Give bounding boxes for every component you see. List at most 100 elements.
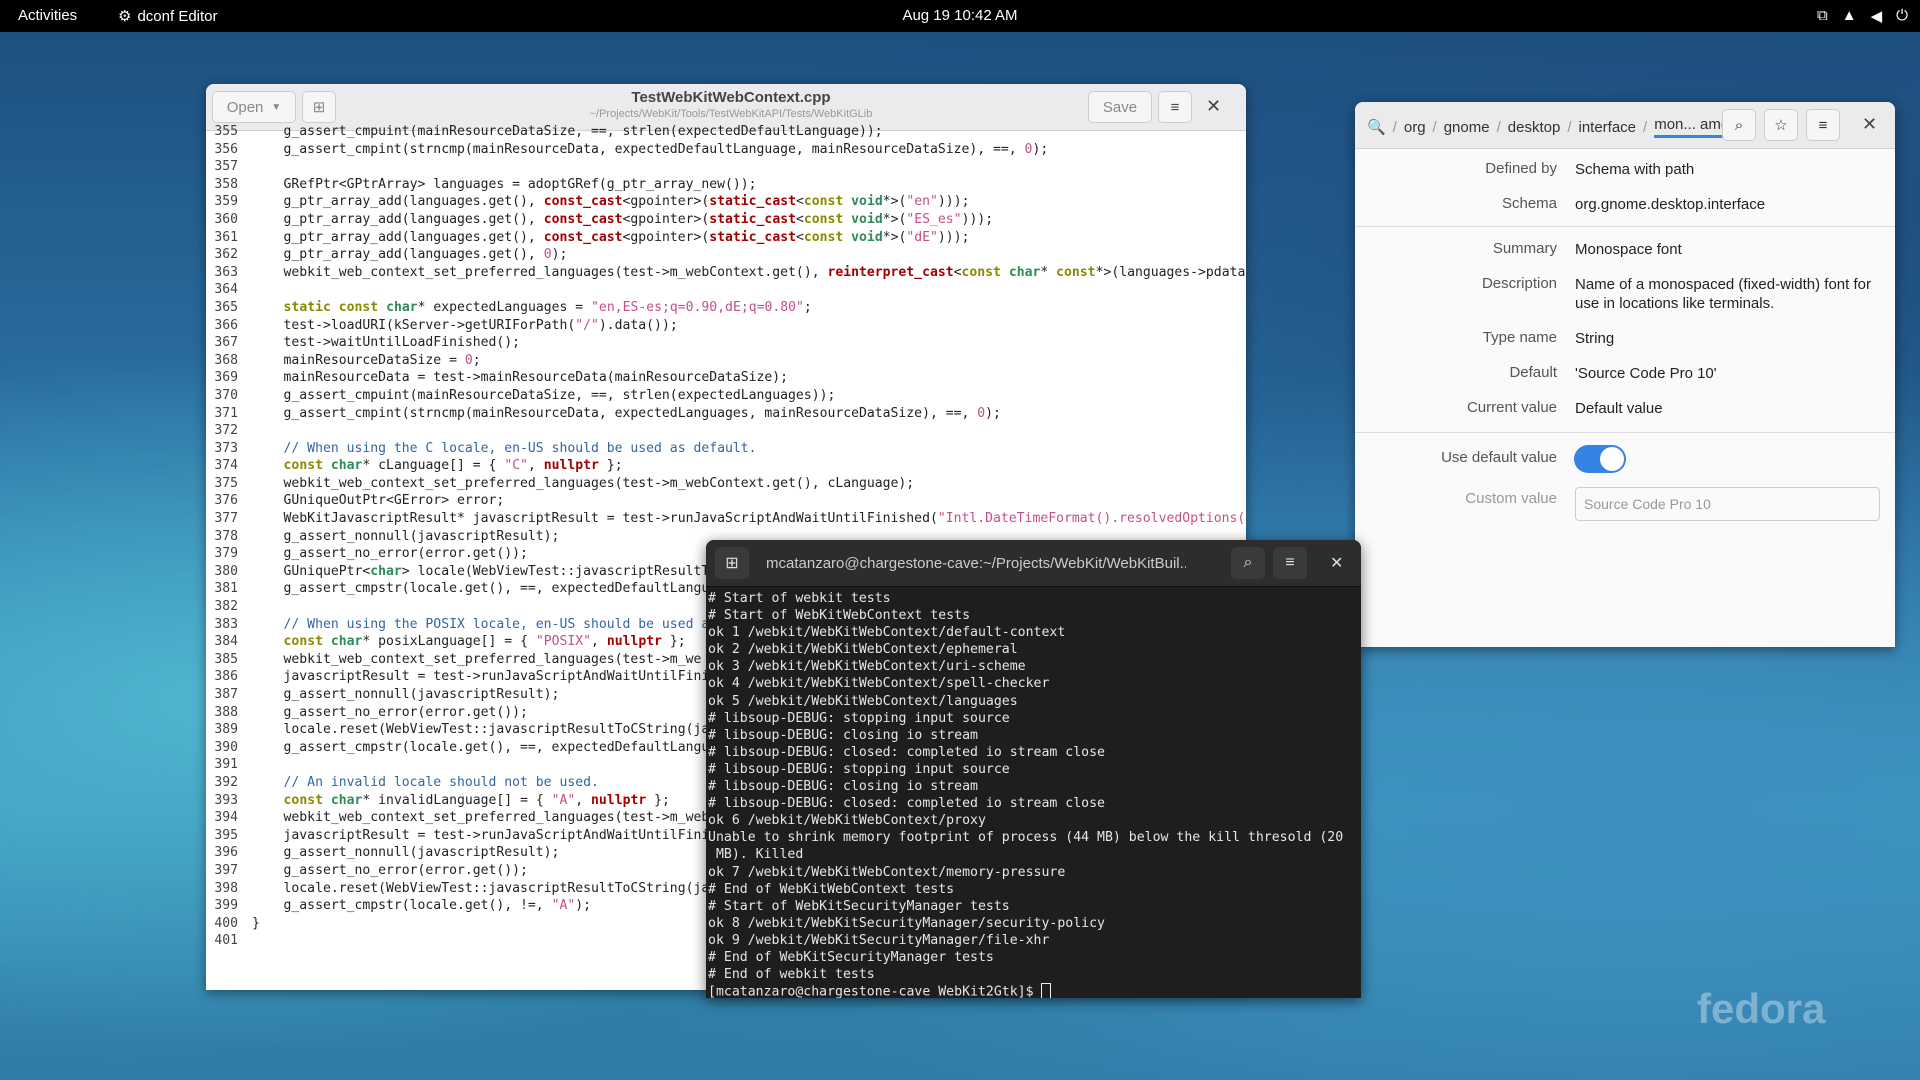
app-menu[interactable]: ⚙ dconf Editor [118,7,218,26]
code-text: mainResourceDataSize = 0; [252,352,481,368]
terminal-line: ok 3 /webkit/WebKitWebContext/uri-scheme [708,659,1026,675]
terminal-prompt[interactable]: [mcatanzaro@chargestone-cave WebKit2Gtk]… [708,983,1348,998]
terminal-line: ok 5 /webkit/WebKitWebContext/languages [708,693,1018,709]
code-text: javascriptResult = test->runJavaScriptAn… [252,669,710,685]
line-number: 372 [214,423,238,439]
clock[interactable]: Aug 19 10:42 AM [902,7,1017,24]
line-number: 394 [214,810,238,826]
system-tray[interactable]: ⧉ ▲ ◀ ⏻ [1817,7,1908,25]
code-text: test->loadURI(kServer->getURIForPath("/"… [252,317,678,333]
code-text: g_ptr_array_add(languages.get(), const_c… [252,229,970,245]
save-button[interactable]: Save [1088,91,1152,123]
close-icon[interactable]: ✕ [1330,553,1343,573]
line-number: 391 [214,757,238,773]
code-text: g_assert_nonnull(javascriptResult); [252,528,560,544]
use-default-toggle[interactable] [1574,445,1626,473]
terminal-title: mcatanzaro@chargestone-cave:~/Projects/W… [766,555,1186,572]
fedora-logo: fedora [1697,985,1825,1033]
search-icon[interactable]: ⌕ [1722,109,1756,141]
line-number: 382 [214,599,238,615]
hamburger-menu-icon[interactable]: ≡ [1158,91,1192,123]
crumb-current-key[interactable]: mon... ame [1654,116,1730,138]
summary-label: Summary [1492,240,1557,257]
line-number: 380 [214,563,238,579]
code-line: 359 g_ptr_array_add(languages.get(), con… [206,193,1246,211]
schema-value: org.gnome.desktop.interface [1575,196,1766,213]
line-number: 390 [214,739,238,755]
code-line: 364 [206,281,1246,299]
code-text: // When using the C locale, en-US should… [252,440,757,456]
line-number: 362 [214,247,238,263]
code-text: // An invalid locale should not be used. [252,774,599,790]
terminal-cursor [1041,983,1052,998]
toggle-knob [1600,447,1624,471]
document-path: ~/Projects/WebKit/Tools/TestWebKitAPI/Te… [589,108,873,120]
line-number: 365 [214,299,238,315]
line-number: 386 [214,669,238,685]
bookmark-star-icon[interactable]: ☆ [1764,109,1798,141]
search-icon[interactable]: ⌕ [1231,547,1265,579]
dconf-headerbar: 🔍 / org / gnome / desktop / interface / mon..… [1355,102,1895,149]
app-name: dconf Editor [137,7,218,25]
code-text: g_assert_cmpstr(locale.get(), ==, expect… [252,581,710,597]
power-icon[interactable]: ⏻ [1896,7,1908,25]
new-tab-icon[interactable]: ⊞ [302,91,336,123]
open-button[interactable]: Open ▼ [212,91,296,123]
defined-by-value: Schema with path [1575,161,1695,178]
close-icon[interactable]: ✕ [1206,96,1221,117]
terminal-headerbar: ⊞ mcatanzaro@chargestone-cave:~/Projects… [706,540,1361,587]
code-text: g_assert_cmpstr(locale.get(), ==, expect… [252,739,710,755]
current-value: Default value [1575,400,1663,417]
line-number: 374 [214,458,238,474]
code-text: const char* invalidLanguage[] = { "A", n… [283,792,670,808]
line-number: 364 [214,282,238,298]
line-number: 400 [214,915,238,931]
notification-icon[interactable]: ▲ [1842,7,1857,25]
line-number: 358 [214,176,238,192]
terminal-line: Unable to shrink memory footprint of pro… [708,830,1344,846]
default-label: Default [1509,364,1557,381]
code-line: 365 static const char* expectedLanguages… [206,299,1246,317]
hamburger-menu-icon[interactable]: ≡ [1273,547,1307,579]
line-number: 356 [214,141,238,157]
open-button-label: Open [226,98,264,116]
volume-icon[interactable]: ◀ [1871,7,1883,25]
document-title: TestWebKitWebContext.cpp [631,89,831,106]
hamburger-menu-icon[interactable]: ≡ [1806,109,1840,141]
terminal-line: # Start of webkit tests [708,591,891,606]
crumb-org[interactable]: org [1404,119,1426,136]
code-text: webkit_web_context_set_preferred_languag… [252,264,1246,280]
code-text: locale.reset(WebViewTest::javascriptResu… [252,880,710,896]
code-text: GRefPtr<GPtrArray> languages = adoptGRef… [252,176,757,192]
code-line: 362 g_ptr_array_add(languages.get(), 0); [206,246,1246,264]
terminal-line: # libsoup-DEBUG: closed: completed io st… [708,744,1105,760]
custom-value-input[interactable]: Source Code Pro 10 [1575,487,1880,521]
code-line: 375 webkit_web_context_set_preferred_lan… [206,475,1246,493]
close-icon[interactable]: ✕ [1862,114,1877,135]
crumb-interface[interactable]: interface [1578,119,1636,136]
activities-button[interactable]: Activities [18,7,77,24]
line-number: 399 [214,898,238,914]
code-text: const char* cLanguage[] = { "C", nullptr… [283,458,623,474]
terminal-line: ok 6 /webkit/WebKitWebContext/proxy [708,813,986,829]
new-tab-icon[interactable]: ⊞ [715,547,749,579]
terminal-line: ok 8 /webkit/WebKitSecurityManager/secur… [708,915,1105,931]
code-line: 363 webkit_web_context_set_preferred_lan… [206,264,1246,282]
code-line: 369 mainResourceData = test->mainResourc… [206,369,1246,387]
code-line: 357 [206,158,1246,176]
description-value: Name of a monospaced (fixed-width) font … [1575,276,1871,312]
code-text: javascriptResult = test->runJavaScriptAn… [252,827,710,843]
code-text: g_assert_no_error(error.get()); [252,704,528,720]
line-number: 359 [214,194,238,210]
line-number: 370 [214,387,238,403]
breadcrumb[interactable]: 🔍 / org / gnome / desktop / interface / mon..… [1367,116,1730,138]
code-text: mainResourceData = test->mainResourceDat… [252,370,789,386]
crumb-desktop[interactable]: desktop [1508,119,1561,136]
code-line: 374 const char* cLanguage[] = { "C", nul… [206,457,1246,475]
terminal-output[interactable]: # Start of webkit tests # Start of WebKit… [708,590,1348,998]
terminal-line: # libsoup-DEBUG: closing io stream [708,779,978,795]
line-number: 392 [214,774,238,790]
line-number: 378 [214,528,238,544]
network-icon[interactable]: ⧉ [1817,7,1828,25]
crumb-gnome[interactable]: gnome [1444,119,1490,136]
